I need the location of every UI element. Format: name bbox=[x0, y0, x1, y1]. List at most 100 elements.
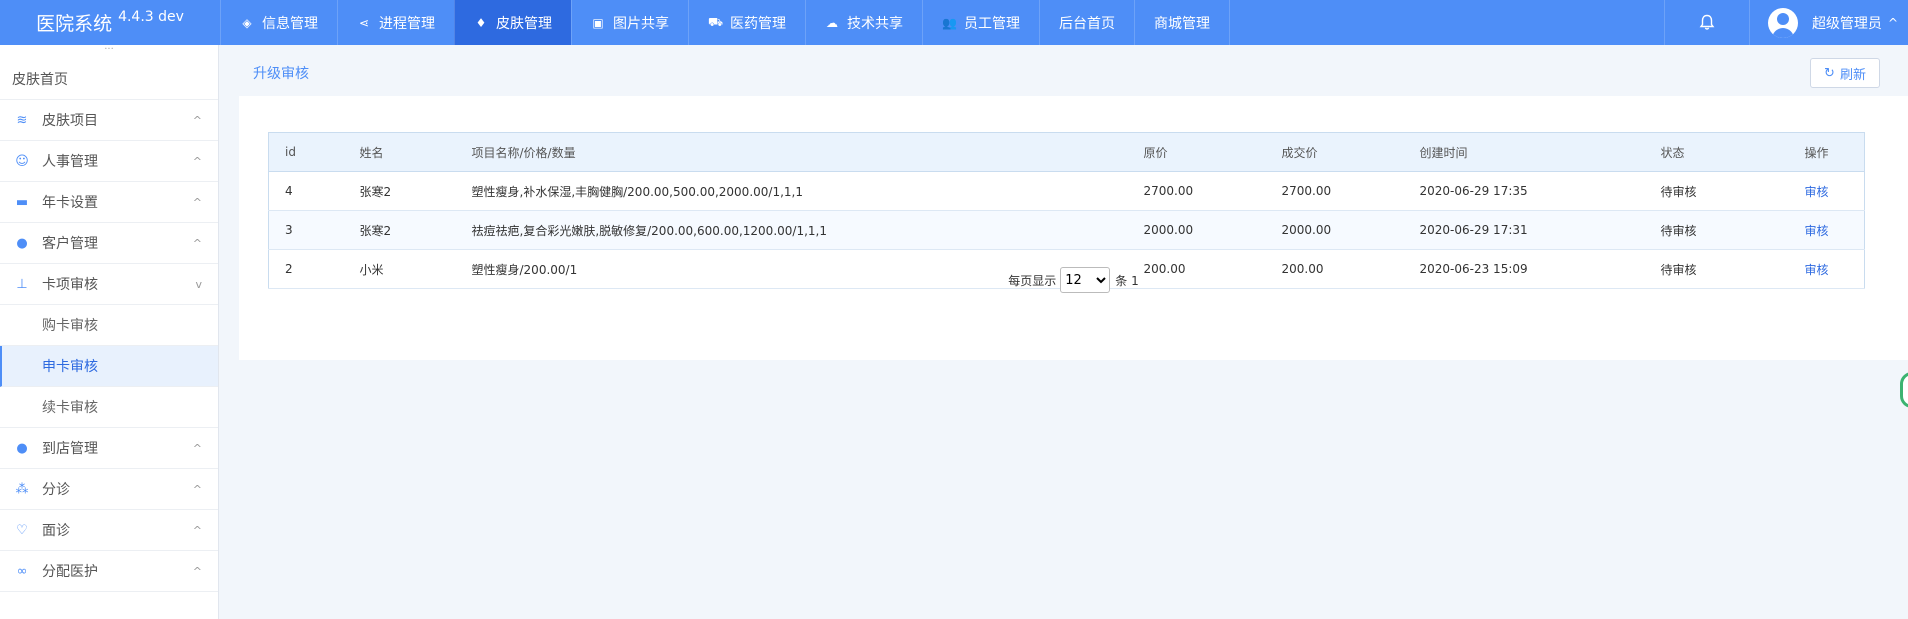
cube-icon: ◈ bbox=[242, 15, 252, 30]
review-link[interactable]: 审核 bbox=[1788, 171, 1865, 211]
floating-assistant-button[interactable] bbox=[1900, 372, 1908, 408]
refresh-icon: ↻ bbox=[1824, 65, 1835, 81]
chevron-up-icon: ^ bbox=[192, 154, 202, 168]
chevron-up-icon: ^ bbox=[192, 564, 202, 578]
sidebar-item-personnel[interactable]: ☺ 人事管理 ^ bbox=[0, 141, 218, 182]
nav-tech-sharing[interactable]: ☁ 技术共享 bbox=[805, 0, 922, 45]
cell-status: 待审核 bbox=[1644, 171, 1789, 211]
sidebar-collapse-handle[interactable]: ··· bbox=[0, 45, 218, 59]
user-gear-icon: ● bbox=[16, 235, 28, 251]
nav-label: 信息管理 bbox=[262, 15, 318, 32]
sidebar-subitem-renew-review[interactable]: 续卡审核 bbox=[0, 387, 218, 428]
cell-name: 张寒2 bbox=[343, 210, 456, 250]
chevron-up-icon: ^ bbox=[192, 523, 202, 537]
chevron-down-icon: v bbox=[195, 277, 202, 291]
sidebar-item-store-visits[interactable]: ● 到店管理 ^ bbox=[0, 428, 218, 469]
sidebar-item-label: 卡项审核 bbox=[42, 277, 98, 293]
cell-id: 3 bbox=[268, 210, 344, 250]
sidebar-item-skin-projects[interactable]: ≋ 皮肤项目 ^ bbox=[0, 100, 218, 141]
cell-status: 待审核 bbox=[1644, 210, 1789, 250]
nav-label: 技术共享 bbox=[847, 15, 903, 32]
cell-name: 张寒2 bbox=[343, 171, 456, 211]
cart-icon: ⛟ bbox=[708, 14, 724, 29]
sidebar: ··· 皮肤首页 ≋ 皮肤项目 ^ ☺ 人事管理 ^ ▬ 年卡设置 ^ ● 客户管理 ^ ⊥ 卡项… bbox=[0, 45, 219, 619]
nav-info-management[interactable]: ◈ 信息管理 bbox=[220, 0, 337, 45]
layers-icon: ≋ bbox=[16, 112, 28, 128]
cell-deal-price: 2000.00 bbox=[1265, 210, 1404, 250]
chevron-up-icon: ^ bbox=[192, 236, 202, 250]
sidebar-item-label: 人事管理 bbox=[42, 154, 98, 170]
cell-created: 2020-06-29 17:35 bbox=[1403, 171, 1645, 211]
chevron-up-icon: ^ bbox=[192, 441, 202, 455]
app-brand[interactable]: 医院系统 4.4.3 dev bbox=[0, 0, 220, 45]
total-count-label: 条 1 bbox=[1115, 273, 1139, 288]
sidebar-item-consultation[interactable]: ♡ 面诊 ^ bbox=[0, 510, 218, 551]
nav-image-sharing[interactable]: ▣ 图片共享 bbox=[571, 0, 688, 45]
sidebar-item-label: 分诊 bbox=[42, 482, 70, 498]
smile-icon: ☺ bbox=[15, 153, 29, 169]
col-header-name: 姓名 bbox=[343, 132, 456, 172]
app-version: 4.4.3 dev bbox=[118, 8, 184, 25]
nav-label: 皮肤管理 bbox=[496, 15, 552, 32]
app-title: 医院系统 bbox=[36, 13, 113, 35]
nav-mall-management[interactable]: 商城管理 bbox=[1134, 0, 1230, 45]
nav-label: 后台首页 bbox=[1059, 15, 1115, 32]
nav-label: 医药管理 bbox=[730, 15, 786, 32]
nav-label: 进程管理 bbox=[379, 15, 435, 32]
sidebar-item-annual-card[interactable]: ▬ 年卡设置 ^ bbox=[0, 182, 218, 223]
sidebar-item-label: 分配医护 bbox=[42, 564, 98, 580]
share-icon: ⋖ bbox=[358, 15, 370, 30]
image-icon: ▣ bbox=[592, 15, 604, 30]
sidebar-item-label: 皮肤项目 bbox=[42, 113, 98, 129]
col-header-deal-price: 成交价 bbox=[1265, 132, 1404, 172]
user-name: 超级管理员 bbox=[1811, 15, 1882, 32]
refresh-button[interactable]: ↻ 刷新 bbox=[1810, 58, 1880, 88]
folder-icon: ▬ bbox=[15, 194, 29, 210]
cell-items: 塑性瘦身,补水保湿,丰胸健胸/200.00,500.00,2000.00/1,1… bbox=[455, 171, 1128, 211]
chevron-up-icon: ^ bbox=[1887, 15, 1898, 30]
nav-process-management[interactable]: ⋖ 进程管理 bbox=[337, 0, 454, 45]
sidebar-item-triage[interactable]: ⁂ 分诊 ^ bbox=[0, 469, 218, 510]
col-header-items: 项目名称/价格/数量 bbox=[455, 132, 1128, 172]
notification-bell-icon[interactable] bbox=[1663, 0, 1750, 45]
sidebar-item-card-review[interactable]: ⊥ 卡项审核 v bbox=[0, 264, 218, 305]
sidebar-item-assign-nursing[interactable]: ∞ 分配医护 ^ bbox=[0, 551, 218, 592]
cloud-upload-icon: ☁ bbox=[826, 15, 838, 30]
per-page-select[interactable]: 12 bbox=[1060, 267, 1111, 293]
user-gear-icon: ● bbox=[16, 440, 28, 456]
nav-admin-home[interactable]: 后台首页 bbox=[1039, 0, 1134, 45]
nav-staff-management[interactable]: 👥 员工管理 bbox=[922, 0, 1039, 45]
sidebar-home[interactable]: 皮肤首页 bbox=[0, 59, 218, 100]
cell-original-price: 2700.00 bbox=[1127, 171, 1266, 211]
col-header-action: 操作 bbox=[1788, 132, 1865, 172]
sidebar-subitem-purchase-review[interactable]: 购卡审核 bbox=[0, 305, 218, 346]
user-menu[interactable]: 超级管理员 ^ bbox=[1750, 0, 1908, 45]
top-right-area: 超级管理员 ^ bbox=[1663, 0, 1908, 45]
sidebar-subitem-apply-review[interactable]: 申卡审核 bbox=[0, 346, 218, 387]
chevron-up-icon: ^ bbox=[192, 482, 202, 496]
top-navbar: 医院系统 4.4.3 dev ◈ 信息管理 ⋖ 进程管理 ♦ 皮肤管理 ▣ 图片共享 ⛟… bbox=[0, 0, 1908, 45]
cell-items: 祛痘祛疤,复合彩光嫩肤,脱敏修复/200.00,600.00,1200.00/1… bbox=[455, 210, 1128, 250]
sidebar-item-label: 到店管理 bbox=[42, 441, 98, 457]
sidebar-item-label: 年卡设置 bbox=[42, 195, 98, 211]
pagination: 每页显示 12 条 1 bbox=[239, 267, 1908, 293]
cell-deal-price: 2700.00 bbox=[1265, 171, 1404, 211]
table-row: 3 张寒2 祛痘祛疤,复合彩光嫩肤,脱敏修复/200.00,600.00,120… bbox=[268, 210, 1865, 250]
review-link[interactable]: 审核 bbox=[1788, 210, 1865, 250]
refresh-label: 刷新 bbox=[1839, 67, 1866, 83]
stamp-icon: ⊥ bbox=[16, 276, 28, 292]
sidebar-item-label: 面诊 bbox=[42, 523, 70, 539]
breadcrumb[interactable]: 升级审核 bbox=[253, 63, 309, 83]
review-table: id 姓名 项目名称/价格/数量 原价 成交价 创建时间 状态 操作 4 张寒2… bbox=[268, 132, 1865, 289]
top-nav: ◈ 信息管理 ⋖ 进程管理 ♦ 皮肤管理 ▣ 图片共享 ⛟ 医药管理 ☁ 技术共享 👥 员工管… bbox=[220, 0, 1230, 45]
chevron-up-icon: ^ bbox=[192, 195, 202, 209]
main-content: 升级审核 ↻ 刷新 id 姓名 项目名称/价格/数量 原价 成交价 创建时间 状… bbox=[219, 45, 1908, 619]
cell-original-price: 2000.00 bbox=[1127, 210, 1266, 250]
col-header-status: 状态 bbox=[1644, 132, 1789, 172]
nav-skin-management[interactable]: ♦ 皮肤管理 bbox=[454, 0, 571, 45]
heart-icon: ♡ bbox=[16, 522, 28, 538]
triage-icon: ⁂ bbox=[15, 481, 29, 497]
nav-label: 图片共享 bbox=[613, 15, 669, 32]
nav-medicine-management[interactable]: ⛟ 医药管理 bbox=[688, 0, 805, 45]
sidebar-item-customers[interactable]: ● 客户管理 ^ bbox=[0, 223, 218, 264]
